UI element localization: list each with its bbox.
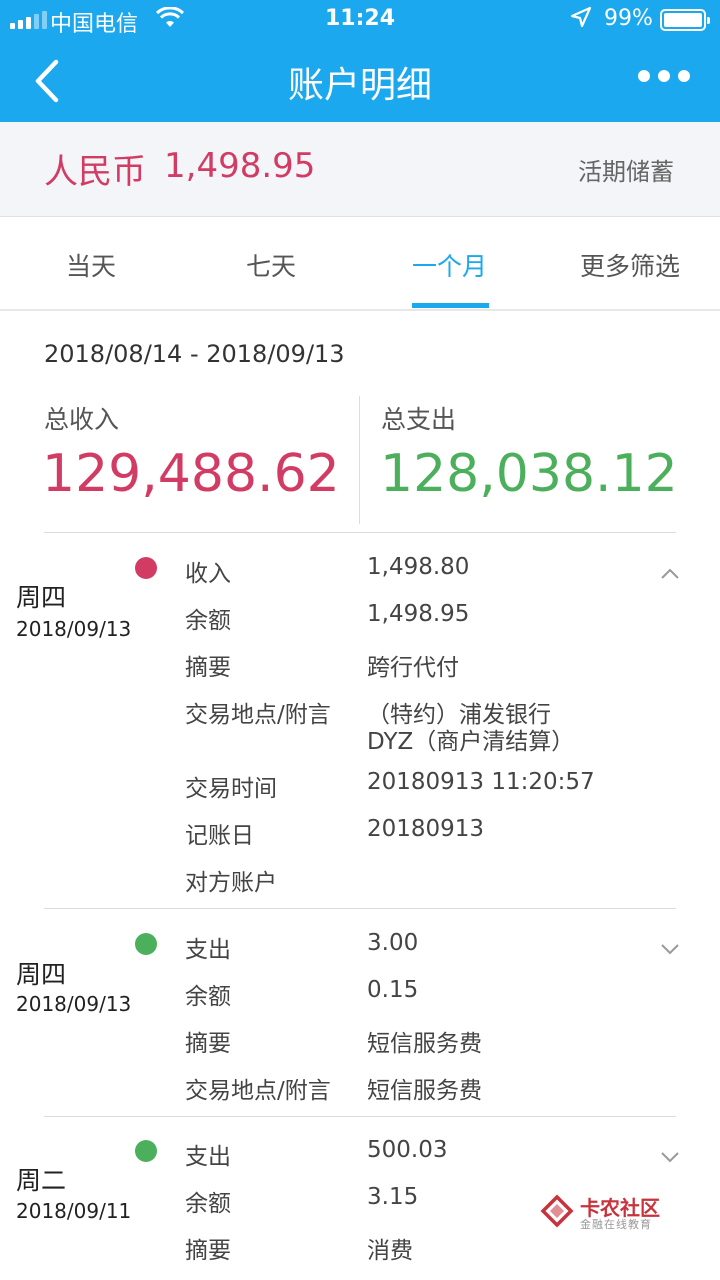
watermark-tagline: 金融在线教育 — [580, 1218, 652, 1231]
field-value: 3.15 — [367, 1184, 419, 1210]
watermark: 卡农社区 金融在线教育 — [540, 1192, 680, 1232]
divider — [44, 532, 676, 533]
field-label: 交易时间 — [185, 776, 277, 802]
account-summary: 人民币 1,498.95 活期储蓄 — [0, 122, 720, 216]
transaction-type: 支出 — [185, 937, 231, 963]
transaction-amount: 1,498.80 — [367, 554, 470, 580]
field-label: 摘要 — [185, 1238, 231, 1264]
field-value: 0.15 — [367, 977, 419, 1003]
transaction-weekday: 周四 — [16, 583, 67, 612]
divider — [0, 309, 720, 311]
expense-total: 128,038.12 — [380, 444, 678, 504]
chevron-down-icon[interactable] — [660, 943, 680, 955]
kanong-logo-icon — [540, 1194, 574, 1228]
income-total: 129,488.62 — [42, 444, 340, 504]
chevron-down-icon[interactable] — [660, 1151, 680, 1163]
status-bar: 中国电信 11:24 99% — [0, 0, 720, 40]
transaction-weekday: 周二 — [16, 1166, 67, 1195]
account-type: 活期储蓄 — [578, 158, 674, 186]
expense-total-label: 总支出 — [381, 405, 457, 434]
expense-dot-icon — [135, 933, 157, 955]
transaction-amount: 3.00 — [367, 930, 419, 956]
date-range: 2018/08/14 - 2018/09/13 — [44, 340, 345, 368]
field-value: 20180913 11:20:57 — [367, 769, 595, 795]
field-value: 短信服务费 — [367, 1078, 482, 1104]
battery-percent: 99% — [604, 6, 653, 31]
tab-more-filters[interactable]: 更多筛选 — [580, 247, 680, 283]
field-value-line2: DYZ（商户清结算） — [367, 729, 575, 755]
tab-today[interactable]: 当天 — [66, 247, 116, 283]
active-tab-indicator — [412, 303, 489, 308]
account-balance: 1,498.95 — [164, 146, 316, 186]
income-total-label: 总收入 — [44, 405, 120, 434]
field-label: 摘要 — [185, 655, 231, 681]
field-value: 跨行代付 — [367, 655, 459, 681]
chevron-up-icon[interactable] — [660, 568, 680, 580]
transaction-date: 2018/09/13 — [16, 617, 132, 641]
period-tabs: 当天 七天 一个月 更多筛选 — [0, 217, 720, 309]
field-value: 消费 — [367, 1238, 413, 1264]
field-label: 余额 — [185, 984, 231, 1010]
income-dot-icon — [135, 557, 157, 579]
account-currency: 人民币 — [44, 152, 146, 192]
field-label: 交易地点/附言 — [185, 1078, 331, 1104]
transaction-date: 2018/09/11 — [16, 1199, 132, 1223]
battery-icon — [660, 9, 710, 31]
field-label: 对方账户 — [185, 870, 277, 896]
field-label: 余额 — [185, 1191, 231, 1217]
field-value: 短信服务费 — [367, 1031, 482, 1057]
transaction-amount: 500.03 — [367, 1137, 448, 1163]
divider — [44, 908, 676, 909]
field-label: 余额 — [185, 608, 231, 634]
field-label: 摘要 — [185, 1031, 231, 1057]
field-label: 交易地点/附言 — [185, 702, 331, 728]
transaction-type: 收入 — [185, 561, 231, 587]
field-value: 1,498.95 — [367, 601, 470, 627]
nav-bar: 账户明细 — [0, 40, 720, 122]
transaction-type: 支出 — [185, 1144, 231, 1170]
page-title: 账户明细 — [287, 65, 432, 106]
tab-one-month[interactable]: 一个月 — [412, 247, 487, 283]
location-arrow-icon — [570, 6, 592, 34]
more-options-icon[interactable] — [638, 70, 690, 82]
tab-seven-days[interactable]: 七天 — [246, 247, 296, 283]
field-value: 20180913 — [367, 816, 485, 842]
transaction-date: 2018/09/13 — [16, 992, 132, 1016]
expense-dot-icon — [135, 1140, 157, 1162]
field-label: 记账日 — [185, 823, 254, 849]
transaction-weekday: 周四 — [16, 960, 67, 989]
summary-divider — [359, 396, 360, 524]
top-bar: 中国电信 11:24 99% 账户明细 — [0, 0, 720, 122]
divider — [44, 1116, 676, 1117]
